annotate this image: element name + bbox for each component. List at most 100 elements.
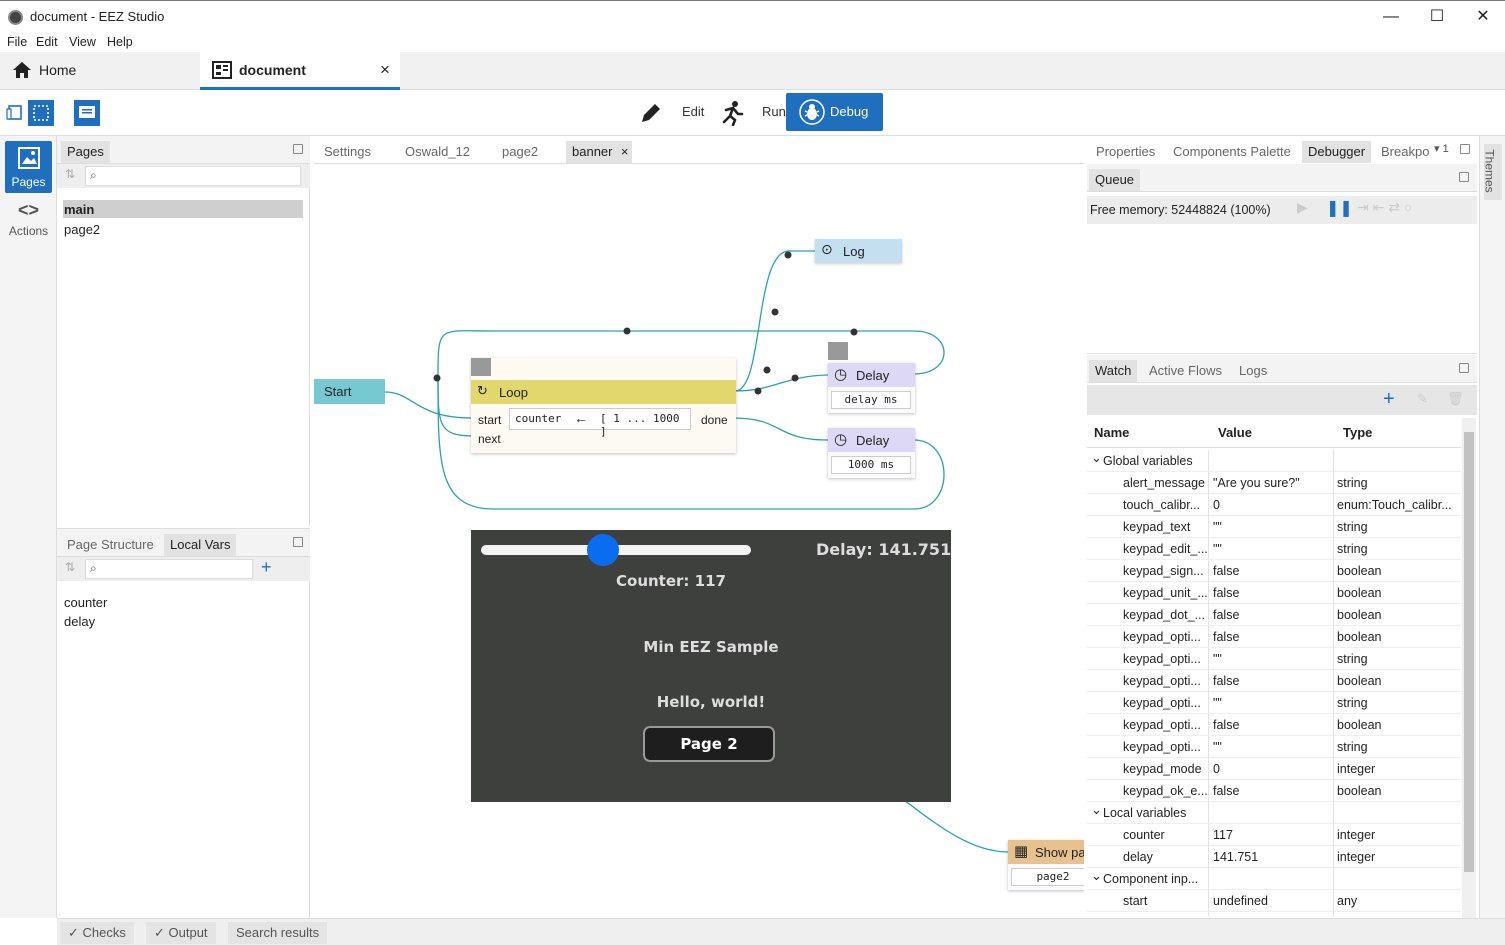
search-results-tab[interactable]: Search results	[228, 922, 328, 944]
output-tab[interactable]: ✓ Output	[146, 922, 216, 944]
watch-variable-row[interactable]: keypad_edit_... "" string	[1087, 538, 1461, 560]
tab-properties[interactable]: Properties	[1090, 141, 1161, 163]
watch-variable-row[interactable]: counter 117 integer	[1087, 824, 1461, 846]
close-tab-icon[interactable]: ×	[621, 141, 629, 163]
scrollbar-thumb[interactable]	[1464, 432, 1474, 872]
local-var-counter[interactable]: counter	[64, 595, 107, 610]
debug-mode-button[interactable]: Debug	[786, 93, 883, 131]
show-page-node[interactable]: ▦ Show pa page2	[1008, 840, 1084, 890]
watch-variable-row[interactable]: touch_calibr... 0 enum:Touch_calibr...	[1087, 494, 1461, 516]
breakpoint-icon[interactable]	[828, 342, 848, 360]
delay-node-1[interactable]: ◷ Delay delay ms	[828, 363, 915, 413]
watch-variable-row[interactable]: keypad_opti... false boolean	[1087, 626, 1461, 648]
page-item-main[interactable]: main	[64, 202, 94, 217]
tab-active-flows[interactable]: Active Flows	[1143, 360, 1228, 382]
toggle-properties-icon[interactable]	[74, 100, 100, 126]
edit-mode-button[interactable]: Edit	[638, 93, 708, 131]
toggle-pages-icon[interactable]	[6, 104, 24, 122]
slider-knob[interactable]	[586, 534, 619, 566]
watch-group-row[interactable]: ⌄ Global variables	[1087, 450, 1461, 472]
loop-input-next[interactable]: next	[478, 432, 501, 446]
checks-tab[interactable]: ✓ Checks	[60, 922, 134, 944]
maximize-panel-icon[interactable]	[293, 537, 303, 547]
watch-variable-row[interactable]: keypad_unit_... false boolean	[1087, 582, 1461, 604]
sort-icon[interactable]: ⇅	[65, 560, 75, 574]
tab-components-palette[interactable]: Components Palette	[1167, 141, 1297, 163]
toggle-selection-icon[interactable]	[28, 100, 54, 126]
rail-pages[interactable]: Pages	[5, 141, 52, 193]
watch-variable-row[interactable]: keypad_mode 0 integer	[1087, 758, 1461, 780]
tab-page-structure[interactable]: Page Structure	[61, 534, 160, 556]
watch-variable-row[interactable]: keypad_opti... "" string	[1087, 736, 1461, 758]
menu-view[interactable]: View	[69, 35, 96, 49]
watch-variable-row[interactable]: keypad_opti... false boolean	[1087, 670, 1461, 692]
watch-variable-row[interactable]: start undefined any	[1087, 890, 1461, 912]
loop-node[interactable]: ↻ Loop start next counter ← [ 1 ... 1000…	[471, 358, 736, 453]
start-node[interactable]: Start	[314, 379, 385, 404]
chevron-down-icon[interactable]: ⌄	[1091, 802, 1102, 818]
local-vars-search-input[interactable]: ⌕	[85, 559, 253, 579]
rail-actions[interactable]: <> Actions	[5, 198, 52, 250]
watch-variable-row[interactable]: keypad_dot_... false boolean	[1087, 604, 1461, 626]
menu-file[interactable]: File	[7, 35, 27, 49]
tab-breakpoints[interactable]: Breakpo	[1375, 141, 1435, 163]
add-watch-icon[interactable]: +	[1383, 388, 1395, 411]
column-type-header[interactable]: Type	[1343, 425, 1372, 440]
delete-watch-icon[interactable]: 🗑	[1447, 391, 1464, 407]
tab-home[interactable]: Home	[0, 52, 200, 90]
watch-variable-row[interactable]: keypad_sign... false boolean	[1087, 560, 1461, 582]
maximize-panel-icon[interactable]	[1460, 144, 1470, 154]
delay-node-2[interactable]: ◷ Delay 1000 ms	[828, 428, 915, 478]
local-var-delay[interactable]: delay	[64, 614, 95, 629]
watch-variable-row[interactable]: keypad_opti... false boolean	[1087, 714, 1461, 736]
column-value-header[interactable]: Value	[1218, 425, 1252, 440]
edit-watch-icon[interactable]: ✎	[1417, 391, 1428, 407]
add-variable-icon[interactable]: +	[261, 557, 272, 578]
watch-variable-row[interactable]: keypad_opti... "" string	[1087, 648, 1461, 670]
tab-local-vars[interactable]: Local Vars	[164, 534, 237, 556]
chevron-down-icon[interactable]: ⌄	[1091, 868, 1102, 884]
pause-icon[interactable]: ❚❚	[1326, 198, 1353, 218]
watch-variable-row[interactable]: alert_message "Are you sure?" string	[1087, 472, 1461, 494]
loop-input-start[interactable]: start	[478, 413, 501, 427]
tabs-overflow-menu[interactable]: ▾ 1	[1434, 142, 1449, 155]
sort-icon[interactable]: ⇅	[65, 167, 75, 181]
step-icon[interactable]: ⇥ ⇤ ⇄ ○	[1357, 199, 1412, 216]
queue-title[interactable]: Queue	[1089, 169, 1141, 191]
page2-button[interactable]: Page 2	[643, 726, 775, 762]
column-name-header[interactable]: Name	[1094, 425, 1129, 440]
log-node[interactable]: ⊙ Log	[815, 239, 902, 263]
resume-icon[interactable]: ▶	[1297, 199, 1308, 216]
scrollbar[interactable]	[1462, 418, 1476, 918]
watch-variable-row[interactable]: keypad_ok_e... false boolean	[1087, 780, 1461, 802]
editor-tab-oswald[interactable]: Oswald_12	[399, 141, 476, 163]
close-tab-icon[interactable]: ×	[380, 52, 390, 88]
maximize-panel-icon[interactable]	[1459, 172, 1469, 182]
watch-variable-row[interactable]: keypad_opti... "" string	[1087, 692, 1461, 714]
tab-document[interactable]: document ×	[200, 52, 400, 90]
close-window-button[interactable]: ✕	[1460, 5, 1505, 29]
menu-help[interactable]: Help	[107, 35, 133, 49]
editor-tab-banner[interactable]: banner ×	[566, 141, 633, 163]
run-mode-button[interactable]: Run	[718, 93, 786, 131]
watch-variable-row[interactable]: keypad_text "" string	[1087, 516, 1461, 538]
watch-variable-row[interactable]: delay 141.751 integer	[1087, 846, 1461, 868]
maximize-panel-icon[interactable]	[293, 144, 303, 154]
breakpoint-icon[interactable]	[471, 358, 491, 376]
page-item-page2[interactable]: page2	[64, 222, 100, 237]
editor-tab-settings[interactable]: Settings	[318, 141, 377, 163]
menu-edit[interactable]: Edit	[36, 35, 58, 49]
tab-logs[interactable]: Logs	[1233, 360, 1273, 382]
editor-tab-page2[interactable]: page2	[496, 141, 544, 163]
maximize-button[interactable]: ☐	[1414, 5, 1460, 29]
tab-debugger[interactable]: Debugger	[1302, 141, 1372, 163]
watch-group-row[interactable]: ⌄ Component inp...	[1087, 868, 1461, 890]
pages-panel-title[interactable]: Pages	[61, 141, 110, 163]
chevron-down-icon[interactable]: ⌄	[1091, 450, 1102, 466]
watch-group-row[interactable]: ⌄ Local variables	[1087, 802, 1461, 824]
loop-output-done[interactable]: done	[701, 413, 728, 427]
maximize-panel-icon[interactable]	[1459, 363, 1469, 373]
pages-search-input[interactable]: ⌕	[85, 166, 301, 186]
tab-watch[interactable]: Watch	[1089, 360, 1138, 382]
minimize-button[interactable]: —	[1368, 5, 1414, 29]
